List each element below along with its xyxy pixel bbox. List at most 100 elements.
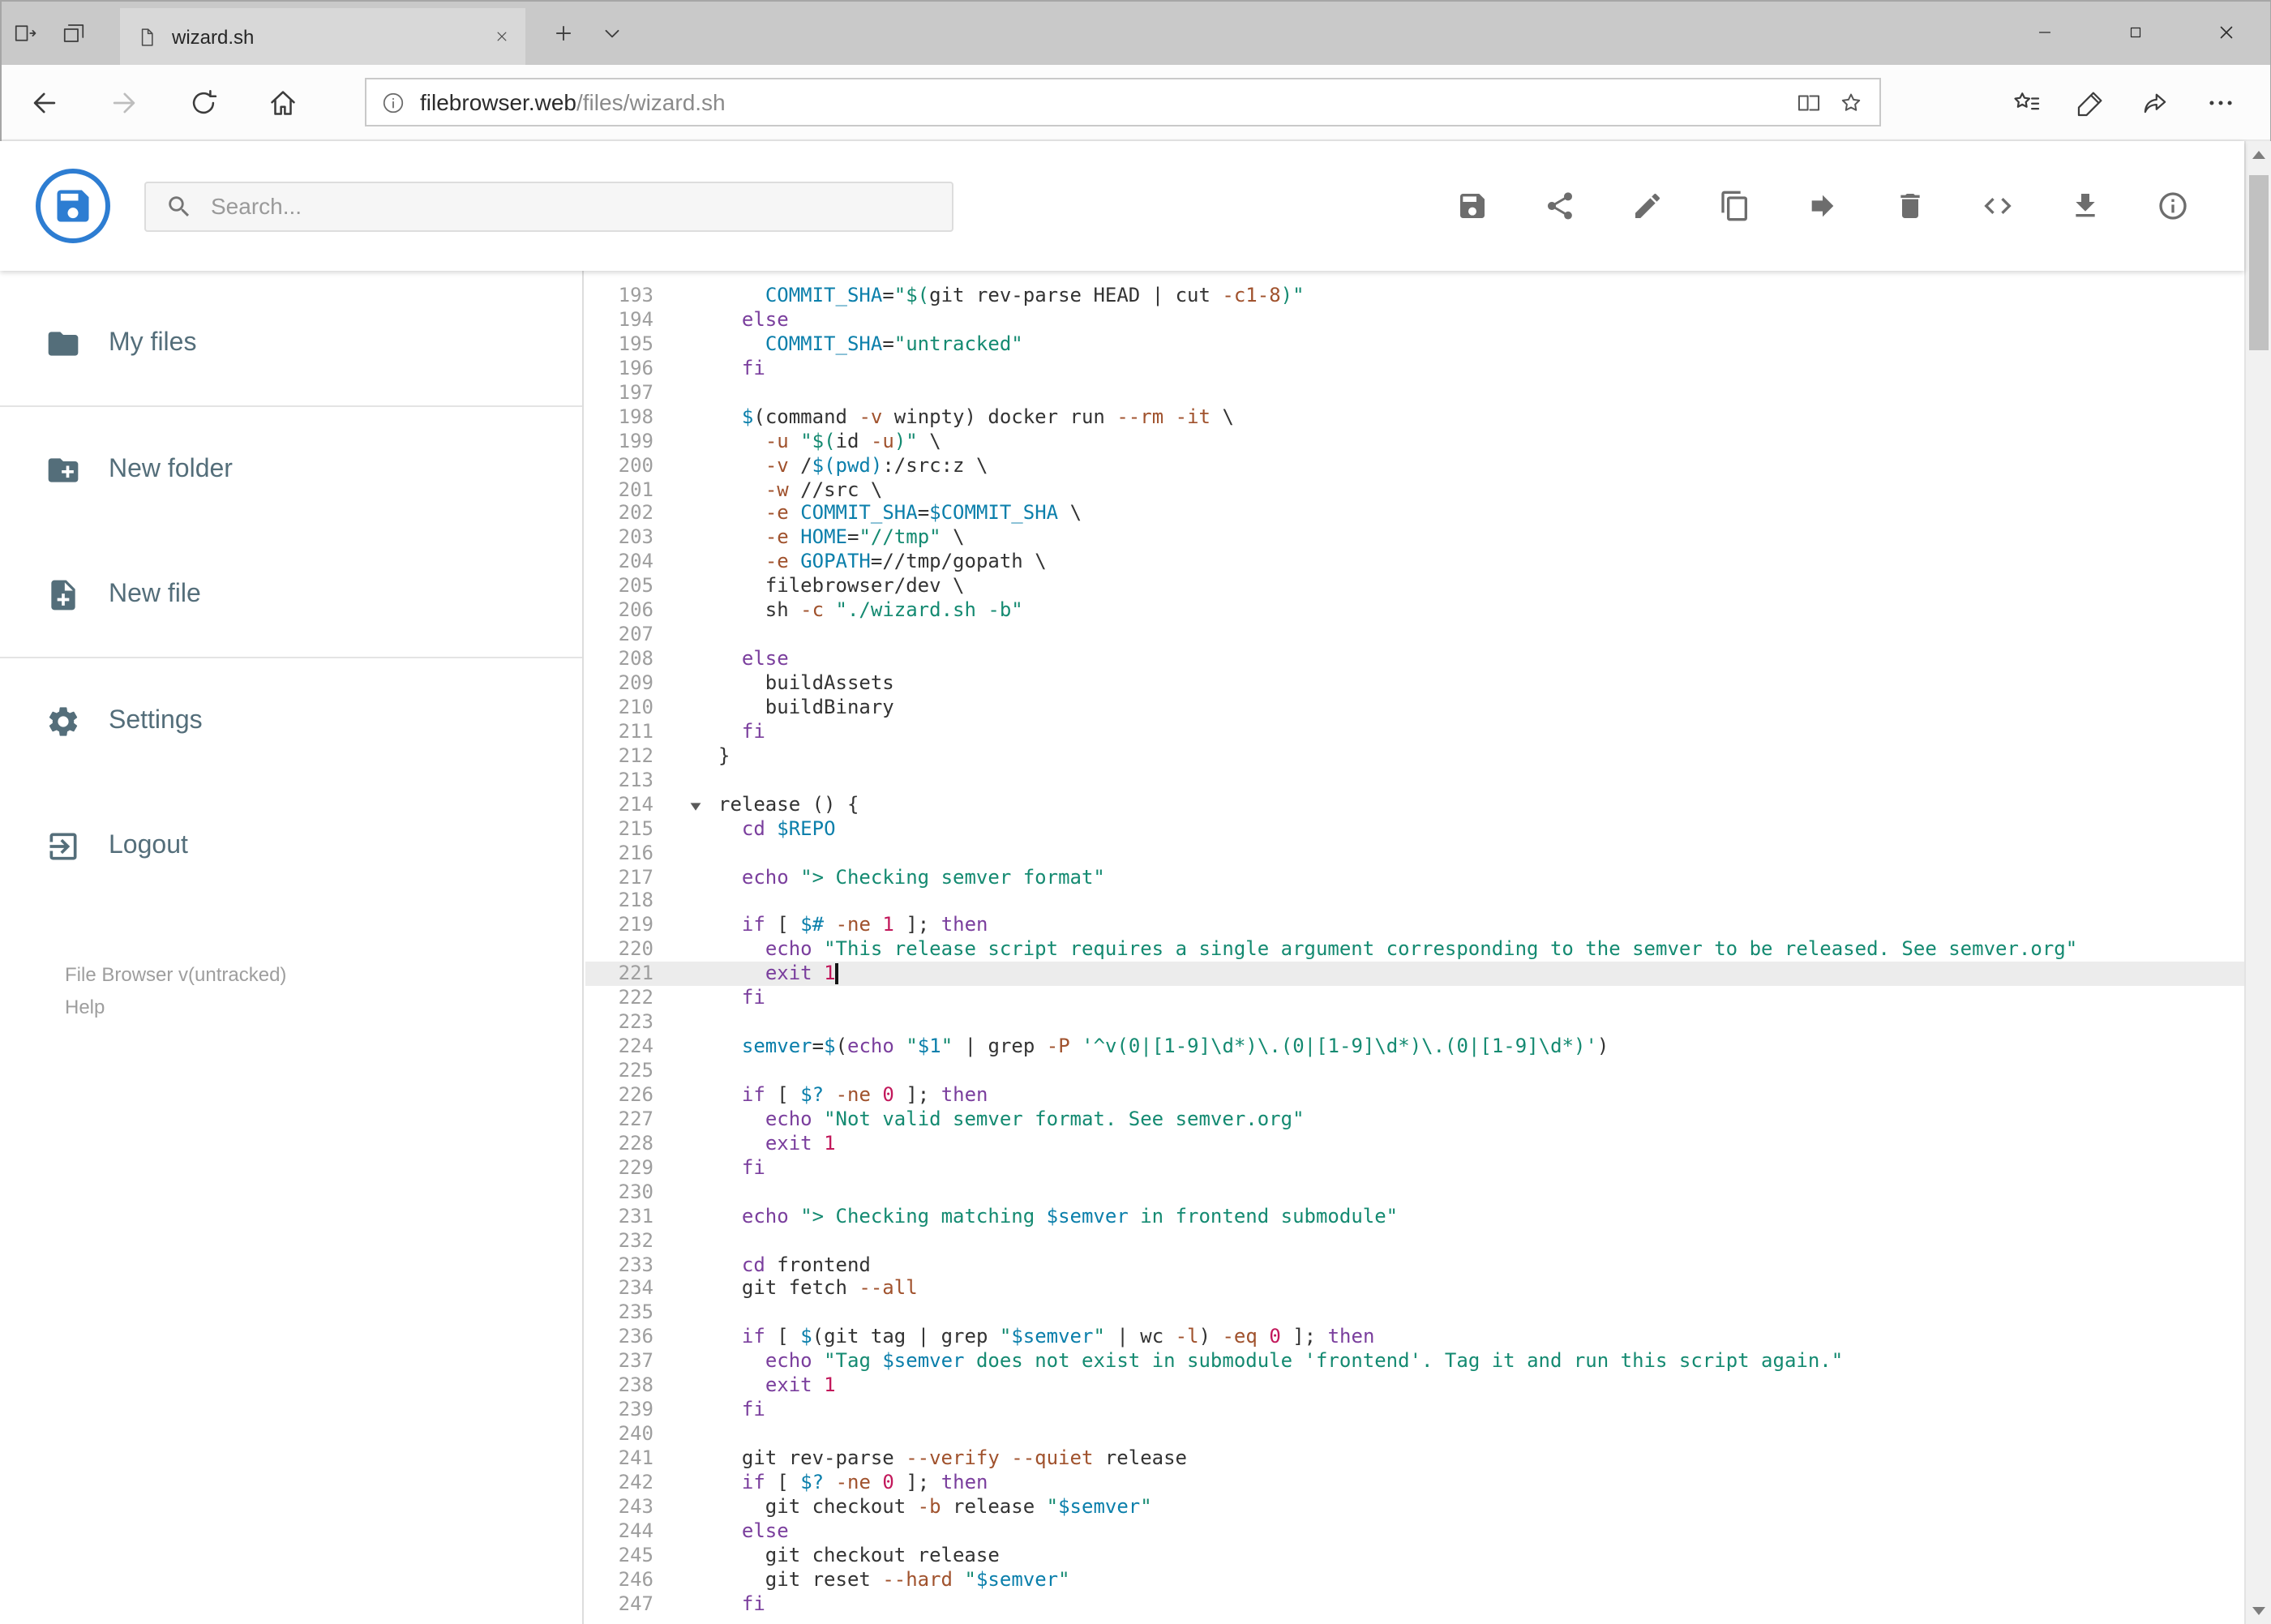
code-icon [1981,190,2013,222]
sidebar-item-new-file[interactable]: New file [0,532,582,657]
sidebar-item-my-files[interactable]: My files [0,281,582,405]
code-text: echo "> Checking matching $semver in fro… [741,1204,1399,1228]
home-button[interactable] [255,75,310,130]
search-box[interactable] [144,181,953,231]
sidebar-item-settings[interactable]: Settings [0,658,582,783]
nav-buttons-left [16,75,310,130]
line-number: 238 [618,1373,653,1397]
share-button[interactable] [1543,190,1575,222]
search-input[interactable] [211,193,932,219]
tab-title: wizard.sh [172,25,255,48]
copy-button[interactable] [1718,190,1750,222]
code-line: 227 echo "Not valid semver format. See s… [585,1108,2243,1132]
code-line: 214 release () { [585,792,2243,816]
line-number: 223 [618,1010,653,1034]
nav-buttons-right [2005,78,2248,126]
site-info-icon[interactable] [381,90,405,114]
file-browser-logo[interactable] [36,169,110,243]
code-line: 213 [585,769,2243,793]
share-page-button[interactable] [2135,78,2177,126]
code-line: 238 exit 1 [585,1373,2243,1398]
code-text: echo "This release script requires a sin… [765,937,2078,961]
code-text: -u "$(id -u)" \ [765,429,941,452]
edit-button[interactable] [1630,190,1663,222]
fold-toggle-icon[interactable] [688,796,704,812]
code-line: 211 fi [585,720,2243,744]
line-number: 229 [618,1155,653,1179]
scroll-down-button[interactable] [2245,1596,2271,1624]
dots-icon [2205,87,2236,118]
line-number: 214 [618,792,653,816]
favorites-hub-button[interactable] [2005,78,2047,126]
code-text: fi [741,1398,765,1421]
code-line: 223 [585,1010,2243,1035]
code-line: 203 -e HOME="//tmp" \ [585,526,2243,551]
line-number: 246 [618,1567,653,1591]
minimize-button[interactable] [1999,0,2089,65]
code-editor[interactable]: 193 COMMIT_SHA="$(git rev-parse HEAD | c… [585,271,2243,1624]
help-link[interactable]: Help [65,994,286,1022]
sidebar-item-label: New file [109,580,201,607]
app-body: My files New folder New file Settings Logout… [0,271,2243,1624]
vertical-scrollbar[interactable] [2243,141,2271,1624]
close-window-button[interactable] [2180,0,2271,65]
copy-icon [1718,190,1750,222]
reading-view-icon[interactable] [1795,88,1823,116]
browser-window: wizard.sh filebrowser.web/files/wizard.s… [0,0,2271,1624]
line-number: 235 [618,1300,653,1324]
scroll-up-button[interactable] [2245,141,2271,169]
line-number: 207 [618,623,653,646]
code-text: git checkout -b release "$semver" [718,1494,1152,1518]
code-line: 196 fi [585,357,2243,381]
new-tab-button[interactable] [538,0,587,65]
sidebar: My files New folder New file Settings Logout… [0,271,584,1624]
save-button[interactable] [1455,190,1488,222]
code-line: 234 git fetch --all [585,1277,2243,1301]
info-button[interactable] [2156,190,2188,222]
sidebar-item-logout[interactable]: Logout [0,783,582,908]
download-button[interactable] [2068,190,2101,222]
more-options-button[interactable] [2200,78,2242,126]
code-text: else [741,647,789,671]
web-note-button[interactable] [2070,78,2112,126]
tab-preview-button[interactable] [49,0,97,65]
set-tabs-aside-button[interactable] [0,0,49,65]
code-text: release () { [666,792,2243,816]
code-line: 243 git checkout -b release "$semver" [585,1495,2243,1519]
move-button[interactable] [1806,190,1838,222]
tab-list-button[interactable] [587,0,636,65]
view-source-button[interactable] [1981,190,2013,222]
refresh-button[interactable] [175,75,230,130]
code-line: 239 fi [585,1398,2243,1422]
maximize-button[interactable] [2089,0,2180,65]
gear-icon [45,703,81,739]
code-line: 219 if [ $# -ne 1 ]; then [585,914,2243,938]
address-bar[interactable]: filebrowser.web/files/wizard.sh [365,78,1881,126]
sidebar-item-new-folder[interactable]: New folder [0,407,582,532]
hub-icon [2011,87,2042,118]
share-icon [2140,87,2171,118]
tab-wizard-sh[interactable]: wizard.sh [120,8,525,65]
chevron-down-icon [599,20,623,45]
pencil-icon [1630,190,1663,222]
favorite-star-icon[interactable] [1837,88,1865,116]
line-number: 225 [618,1059,653,1082]
code-line: 212} [585,744,2243,769]
sidebar-item-label: New folder [109,455,233,482]
back-button[interactable] [16,75,71,130]
code-line: 194 else [585,308,2243,332]
code-text: fi [741,1155,765,1179]
code-text: exit 1 [765,1131,836,1155]
scrollbar-thumb[interactable] [2248,175,2268,350]
sidebar-item-label: Logout [109,831,188,859]
code-line: 237 echo "Tag $semver does not exist in … [585,1350,2243,1374]
code-text: echo "Tag $semver does not exist in subm… [765,1349,1844,1373]
home-icon [267,87,298,118]
code-text: } [718,743,731,767]
delete-button[interactable] [1893,190,1926,222]
code-line: 246 git reset --hard "$semver" [585,1567,2243,1592]
sidebar-menu: My files New folder New file Settings Logout [0,271,582,908]
tab-close-icon[interactable] [495,29,509,44]
